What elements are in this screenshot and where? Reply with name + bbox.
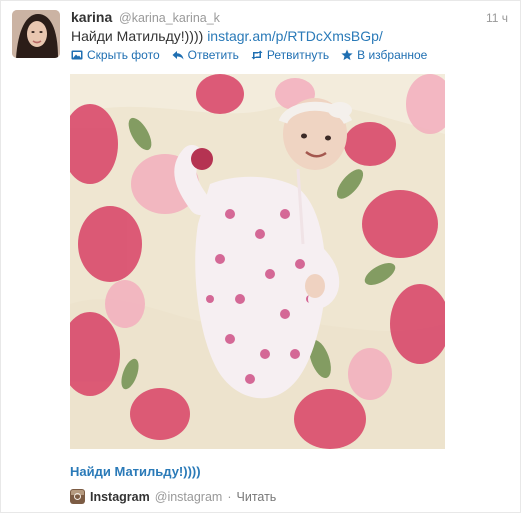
tweet-text-body: Найди Матильду!))))	[71, 28, 204, 44]
author-handle[interactable]: @karina_karina_k	[119, 11, 220, 25]
retweet-button[interactable]: Ретвитнуть	[251, 48, 329, 62]
star-icon	[341, 49, 353, 61]
tweet-text: Найди Матильду!)))) instagr.am/p/RTDcXms…	[71, 28, 383, 44]
author-name[interactable]: karina	[71, 9, 112, 25]
source-separator: ·	[227, 489, 232, 504]
media-source: Instagram @instagram · Читать	[70, 489, 276, 504]
source-handle[interactable]: @instagram	[155, 490, 223, 504]
baby-on-floral-blanket-image	[70, 74, 445, 449]
reply-label: Ответить	[187, 48, 239, 62]
follow-link[interactable]: Читать	[237, 490, 277, 504]
tweet-photo[interactable]	[70, 74, 445, 449]
media-caption[interactable]: Найди Матильду!))))	[70, 464, 201, 479]
photo-icon	[71, 50, 83, 60]
retweet-icon	[251, 50, 263, 60]
reply-button[interactable]: Ответить	[172, 48, 239, 62]
tweet-card: karina @karina_karina_k 11 ч Найди Матил…	[0, 0, 521, 513]
hide-photo-label: Скрыть фото	[87, 48, 160, 62]
retweet-label: Ретвитнуть	[266, 48, 330, 62]
tweet-timestamp[interactable]: 11 ч	[486, 11, 508, 25]
reply-arrow-icon	[172, 51, 184, 60]
favorite-label: В избранное	[357, 48, 428, 62]
hide-photo-button[interactable]: Скрыть фото	[71, 48, 160, 62]
favorite-button[interactable]: В избранное	[341, 48, 427, 62]
tweet-actions: Скрыть фото Ответить Ретвитнуть В избран…	[71, 48, 427, 62]
author-avatar[interactable]	[12, 10, 60, 58]
tweet-link[interactable]: instagr.am/p/RTDcXmsBGp/	[207, 28, 383, 44]
instagram-icon[interactable]	[70, 489, 85, 504]
source-name[interactable]: Instagram	[90, 490, 150, 504]
